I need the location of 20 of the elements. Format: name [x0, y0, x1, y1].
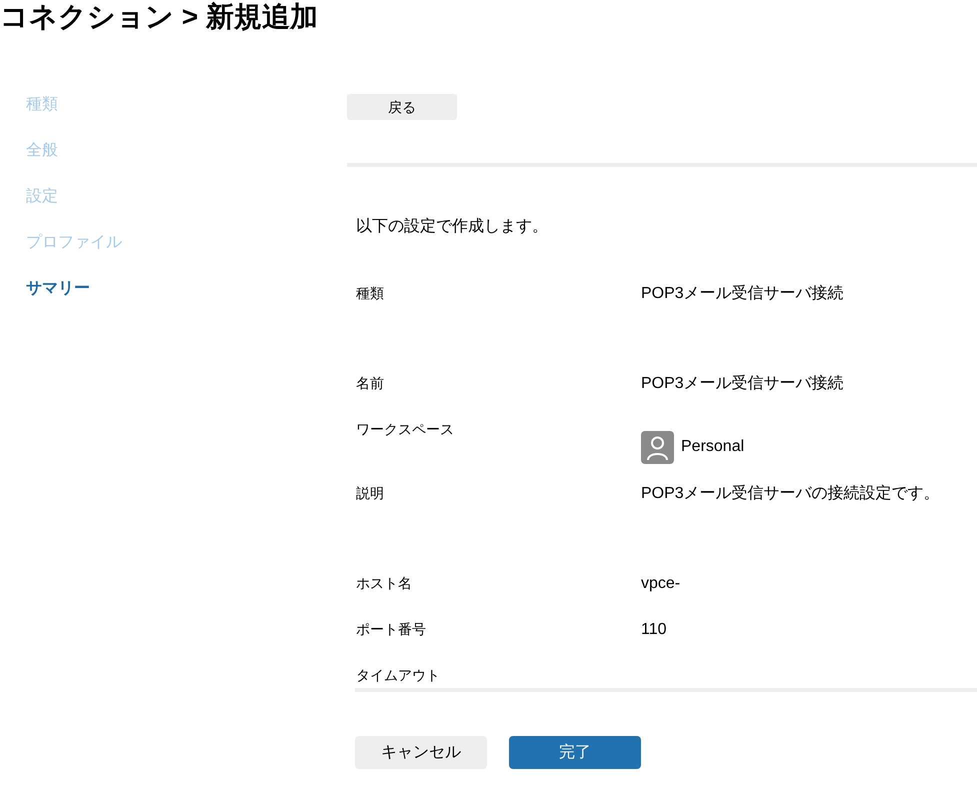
field-value: vpce- [641, 574, 680, 594]
field-label: ワークスペース [356, 420, 455, 439]
field-label: 名前 [356, 374, 385, 393]
intro-text: 以下の設定で作成します。 [356, 216, 549, 237]
field-label: タイムアウト [356, 666, 441, 685]
user-avatar-icon [641, 430, 674, 464]
page-title: コネクション > 新規追加 [0, 0, 319, 34]
field-value: POP3メール受信サーバの接続設定です。 [641, 484, 940, 504]
workspace-name: Personal [681, 437, 744, 457]
field-label: ホスト名 [356, 574, 413, 593]
field-value: 110 [641, 620, 667, 640]
field-label: 種類 [356, 284, 385, 303]
field-value: POP3メール受信サーバ接続 [641, 374, 844, 394]
field-value: POP3メール受信サーバ接続 [641, 284, 844, 304]
field-label: ポート番号 [356, 620, 427, 639]
cancel-button[interactable]: キャンセル [355, 736, 487, 769]
field-label: 説明 [356, 484, 385, 503]
finish-button[interactable]: 完了 [509, 736, 641, 769]
back-button[interactable]: 戻る [347, 94, 457, 120]
step-item[interactable]: サマリー [26, 275, 347, 321]
